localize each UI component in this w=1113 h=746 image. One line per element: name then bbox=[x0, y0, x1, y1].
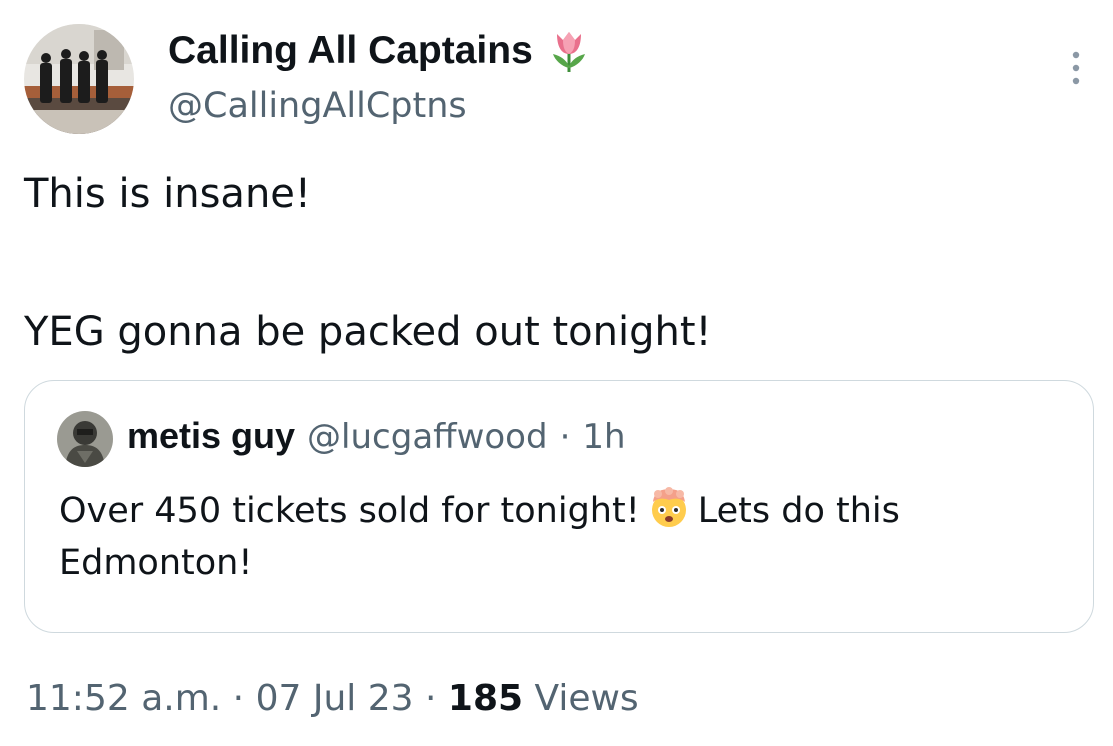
quoted-tweet-card[interactable]: metis guy @lucgaffwood · 1h Over 450 tic… bbox=[24, 380, 1094, 633]
separator-dot: · bbox=[424, 678, 437, 719]
author-display-name[interactable]: Calling All Captains bbox=[168, 28, 533, 74]
separator-dot: · bbox=[232, 678, 245, 719]
person-avatar-icon bbox=[57, 411, 113, 467]
exploding-head-icon bbox=[646, 486, 692, 528]
quote-text-before: Over 450 tickets sold for tonight! bbox=[59, 491, 640, 531]
quote-author-avatar[interactable] bbox=[57, 411, 113, 467]
author-handle[interactable]: @CallingAllCptns bbox=[168, 84, 467, 128]
views-label: Views bbox=[534, 678, 639, 719]
views-count[interactable]: 185 bbox=[448, 678, 523, 719]
quote-text: Over 450 tickets sold for tonight! Lets … bbox=[59, 485, 1059, 589]
author-avatar[interactable] bbox=[24, 24, 134, 134]
tweet-text-line: This is insane! bbox=[24, 171, 311, 217]
tweet-meta: 11:52 a.m. · 07 Jul 23 · 185 Views bbox=[26, 676, 639, 722]
tulip-icon bbox=[547, 28, 591, 74]
more-options-icon[interactable] bbox=[1069, 48, 1083, 88]
tweet-time[interactable]: 11:52 a.m. bbox=[26, 678, 221, 719]
separator-dot: · bbox=[559, 417, 571, 457]
tweet-date[interactable]: 07 Jul 23 bbox=[256, 678, 414, 719]
tweet-text-line: YEG gonna be packed out tonight! bbox=[24, 309, 712, 355]
quote-timestamp[interactable]: 1h bbox=[582, 414, 625, 460]
quote-header: metis guy @lucgaffwood · 1h bbox=[127, 413, 626, 460]
quote-author-handle[interactable]: @lucgaffwood bbox=[307, 414, 548, 460]
quote-author-name[interactable]: metis guy bbox=[127, 413, 295, 459]
band-photo-avatar-icon bbox=[24, 24, 134, 134]
tweet: Calling All Captains @CallingAllCptns Th… bbox=[0, 0, 1113, 746]
author-name-row: Calling All Captains bbox=[168, 28, 591, 74]
